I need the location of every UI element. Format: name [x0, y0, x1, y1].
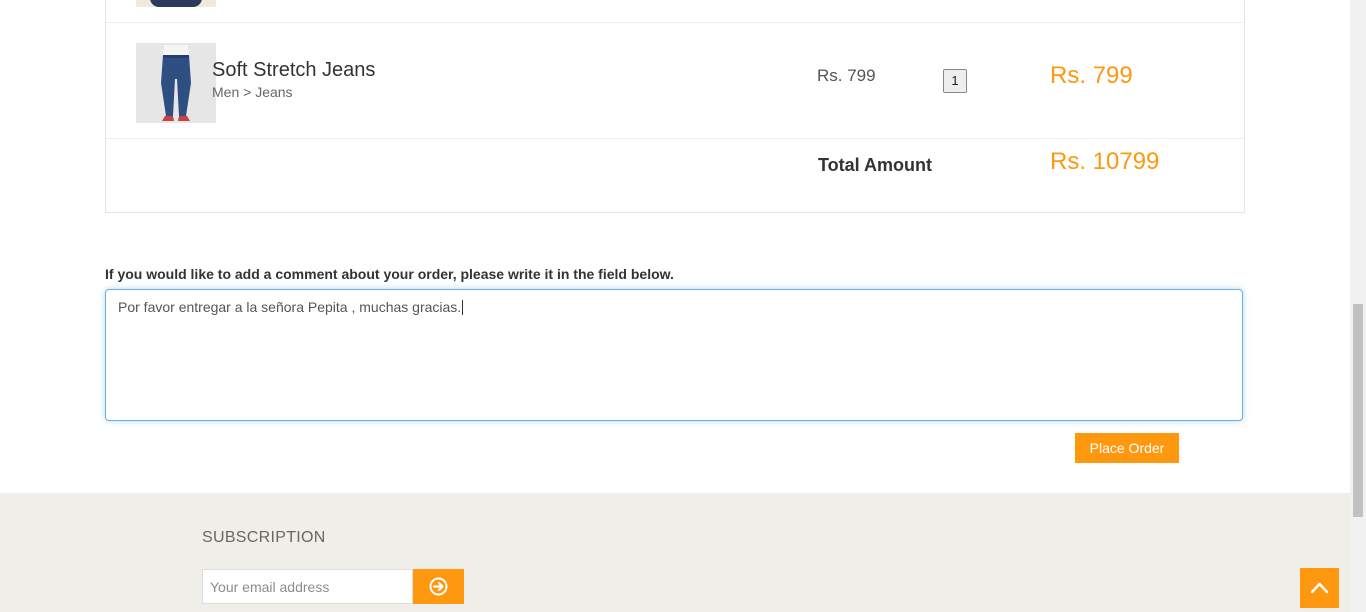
product-category: Men > Jeans: [212, 84, 293, 100]
quantity-field[interactable]: 1: [943, 69, 967, 93]
previous-product-image: [136, 0, 216, 7]
row-divider: [106, 138, 1244, 139]
cart-table: Soft Stretch Jeans Men > Jeans Rs. 799 1…: [105, 0, 1245, 213]
line-total: Rs. 799: [1050, 62, 1133, 89]
place-order-button[interactable]: Place Order: [1075, 433, 1179, 463]
product-name[interactable]: Soft Stretch Jeans: [212, 59, 375, 82]
total-amount-value: Rs. 10799: [1050, 148, 1160, 175]
scroll-to-top-button[interactable]: [1300, 568, 1339, 608]
order-comment-textarea[interactable]: Por favor entregar a la señora Pepita , …: [105, 289, 1243, 421]
subscribe-button[interactable]: [413, 569, 464, 604]
arrow-circle-right-icon: [429, 577, 448, 596]
comment-text: Por favor entregar a la señora Pepita , …: [118, 299, 464, 315]
unit-price: Rs. 799: [817, 66, 876, 85]
email-placeholder: Your email address: [210, 579, 330, 595]
scrollbar[interactable]: [1350, 0, 1366, 612]
footer: SUBSCRIPTION Your email address: [0, 493, 1350, 612]
subscription-title: SUBSCRIPTION: [202, 529, 326, 546]
comment-label: If you would like to add a comment about…: [105, 266, 674, 282]
scrollbar-thumb[interactable]: [1353, 304, 1363, 517]
chevron-up-icon: [1310, 582, 1329, 594]
product-image[interactable]: [136, 43, 216, 123]
total-amount-label: Total Amount: [818, 155, 932, 175]
row-divider: [106, 22, 1244, 23]
email-input[interactable]: Your email address: [202, 569, 413, 604]
